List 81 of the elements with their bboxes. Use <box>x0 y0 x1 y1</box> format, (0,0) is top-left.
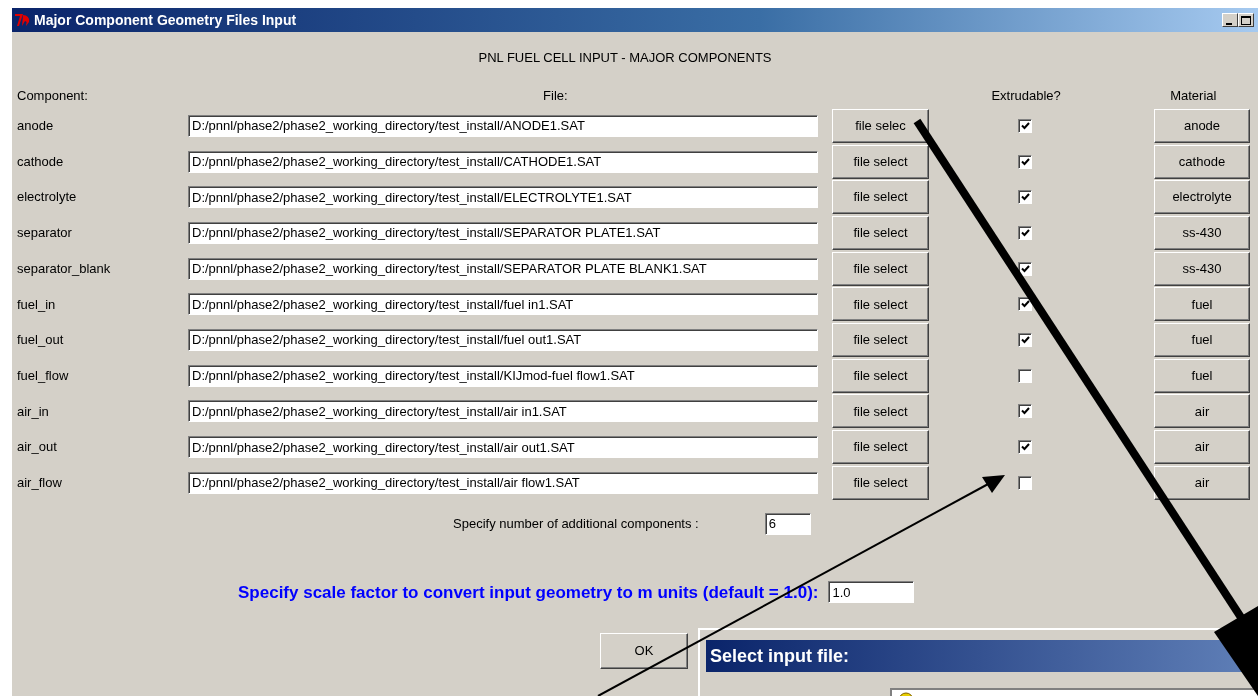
file-select-button[interactable]: file select <box>832 394 929 429</box>
check-icon <box>1020 157 1030 166</box>
check-icon <box>1020 264 1030 273</box>
input-field[interactable]: 6 <box>764 512 811 535</box>
form-heading: PNL FUEL CELL INPUT - MAJOR COMPONENTS <box>478 50 772 65</box>
column-header: Extrudable? <box>991 88 1061 103</box>
file-path-field[interactable]: D:/pnnl/phase2/phase2_working_directory/test_install/air in1.SAT <box>188 400 818 423</box>
component-label: electrolyte <box>16 188 78 207</box>
extrudable-checkbox[interactable] <box>1018 261 1032 276</box>
component-label: anode <box>16 117 55 136</box>
file-path-field[interactable]: D:/pnnl/phase2/phase2_working_directory/test_install/air out1.SAT <box>188 436 818 459</box>
extrudable-checkbox[interactable] <box>1018 475 1032 490</box>
component-label: air_in <box>16 402 50 421</box>
field-label: Specify number of additional components : <box>453 514 699 533</box>
file-select-button[interactable]: file select <box>832 358 929 393</box>
component-label: separator_blank <box>16 259 112 278</box>
component-label: fuel_in <box>16 295 57 314</box>
column-header: Material <box>1170 88 1217 103</box>
material-button[interactable]: air <box>1154 465 1250 500</box>
component-label: fuel_flow <box>16 366 70 385</box>
file-select-button[interactable]: file select <box>832 180 929 215</box>
column-header: File: <box>543 88 568 103</box>
component-label: fuel_out <box>16 331 65 350</box>
window-title: Major Component Geometry Files Input <box>34 10 297 30</box>
minimize-button[interactable] <box>1222 13 1238 27</box>
app-icon <box>14 12 32 28</box>
material-button[interactable]: anode <box>1154 108 1250 143</box>
material-button[interactable]: ss-430 <box>1154 215 1250 250</box>
material-button[interactable]: air <box>1154 394 1250 429</box>
file-select-button[interactable]: file select <box>832 322 929 357</box>
check-icon <box>1020 300 1030 309</box>
file-select-button[interactable]: file select <box>832 215 929 250</box>
file-path-field[interactable]: D:/pnnl/phase2/phase2_working_directory/test_install/ANODE1.SAT <box>188 114 818 137</box>
file-path-field[interactable]: D:/pnnl/phase2/phase2_working_directory/test_install/ELECTROLYTE1.SAT <box>188 186 818 209</box>
extrudable-checkbox[interactable] <box>1018 332 1032 347</box>
maximize-button[interactable] <box>1238 13 1254 27</box>
file-select-button[interactable]: file select <box>832 287 929 322</box>
field-label: Specify scale factor to convert input geometry to m units (default = 1.0): <box>238 581 819 604</box>
extrudable-checkbox[interactable] <box>1018 118 1032 133</box>
component-label: cathode <box>16 152 65 171</box>
component-label: air_out <box>16 438 58 457</box>
file-select-button[interactable]: file select <box>832 430 929 465</box>
input-field[interactable]: 1.0 <box>828 581 915 604</box>
input-field[interactable] <box>890 688 1258 696</box>
check-icon <box>1020 443 1030 452</box>
column-header: Component: <box>16 87 89 105</box>
file-path-field[interactable]: D:/pnnl/phase2/phase2_working_directory/test_install/KIJmod-fuel flow1.SAT <box>188 364 818 387</box>
extrudable-checkbox[interactable] <box>1018 297 1032 312</box>
file-select-button[interactable]: file selec <box>832 108 929 143</box>
extrudable-checkbox[interactable] <box>1018 404 1032 419</box>
check-icon <box>1020 335 1030 344</box>
extrudable-checkbox[interactable] <box>1018 368 1032 383</box>
ok-button[interactable]: OK <box>600 633 688 670</box>
extrudable-checkbox[interactable] <box>1018 154 1032 169</box>
minimize-icon <box>1226 22 1234 26</box>
file-path-field[interactable]: D:/pnnl/phase2/phase2_working_directory/test_install/air flow1.SAT <box>188 471 818 494</box>
maximize-icon <box>1241 15 1251 25</box>
material-button[interactable]: cathode <box>1154 144 1250 179</box>
check-icon <box>1020 193 1030 202</box>
material-button[interactable]: fuel <box>1154 322 1250 357</box>
file-path-field[interactable]: D:/pnnl/phase2/phase2_working_directory/test_install/fuel out1.SAT <box>188 328 818 351</box>
file-path-field[interactable]: D:/pnnl/phase2/phase2_working_directory/test_install/CATHODE1.SAT <box>188 150 818 173</box>
extrudable-checkbox[interactable] <box>1018 440 1032 455</box>
check-icon <box>1020 407 1030 416</box>
component-label: separator <box>16 224 73 243</box>
file-path-field[interactable]: D:/pnnl/phase2/phase2_working_directory/test_install/SEPARATOR PLATE BLANK1.SAT <box>188 257 818 280</box>
check-icon <box>1020 228 1030 237</box>
file-select-button[interactable]: file select <box>832 251 929 286</box>
file-select-button[interactable]: file select <box>832 465 929 500</box>
file-path-field[interactable]: D:/pnnl/phase2/phase2_working_directory/test_install/SEPARATOR PLATE1.SAT <box>188 221 818 244</box>
check-icon <box>1020 121 1030 130</box>
file-select-button[interactable]: file select <box>832 144 929 179</box>
component-label: air_flow <box>16 473 63 492</box>
extrudable-checkbox[interactable] <box>1018 225 1032 240</box>
material-button[interactable]: fuel <box>1154 358 1250 393</box>
material-button[interactable]: ss-430 <box>1154 251 1250 286</box>
extrudable-checkbox[interactable] <box>1018 190 1032 205</box>
material-button[interactable]: fuel <box>1154 287 1250 322</box>
file-path-field[interactable]: D:/pnnl/phase2/phase2_working_directory/test_install/fuel in1.SAT <box>188 293 818 316</box>
material-button[interactable]: air <box>1154 430 1250 465</box>
material-button[interactable]: electrolyte <box>1154 180 1250 215</box>
